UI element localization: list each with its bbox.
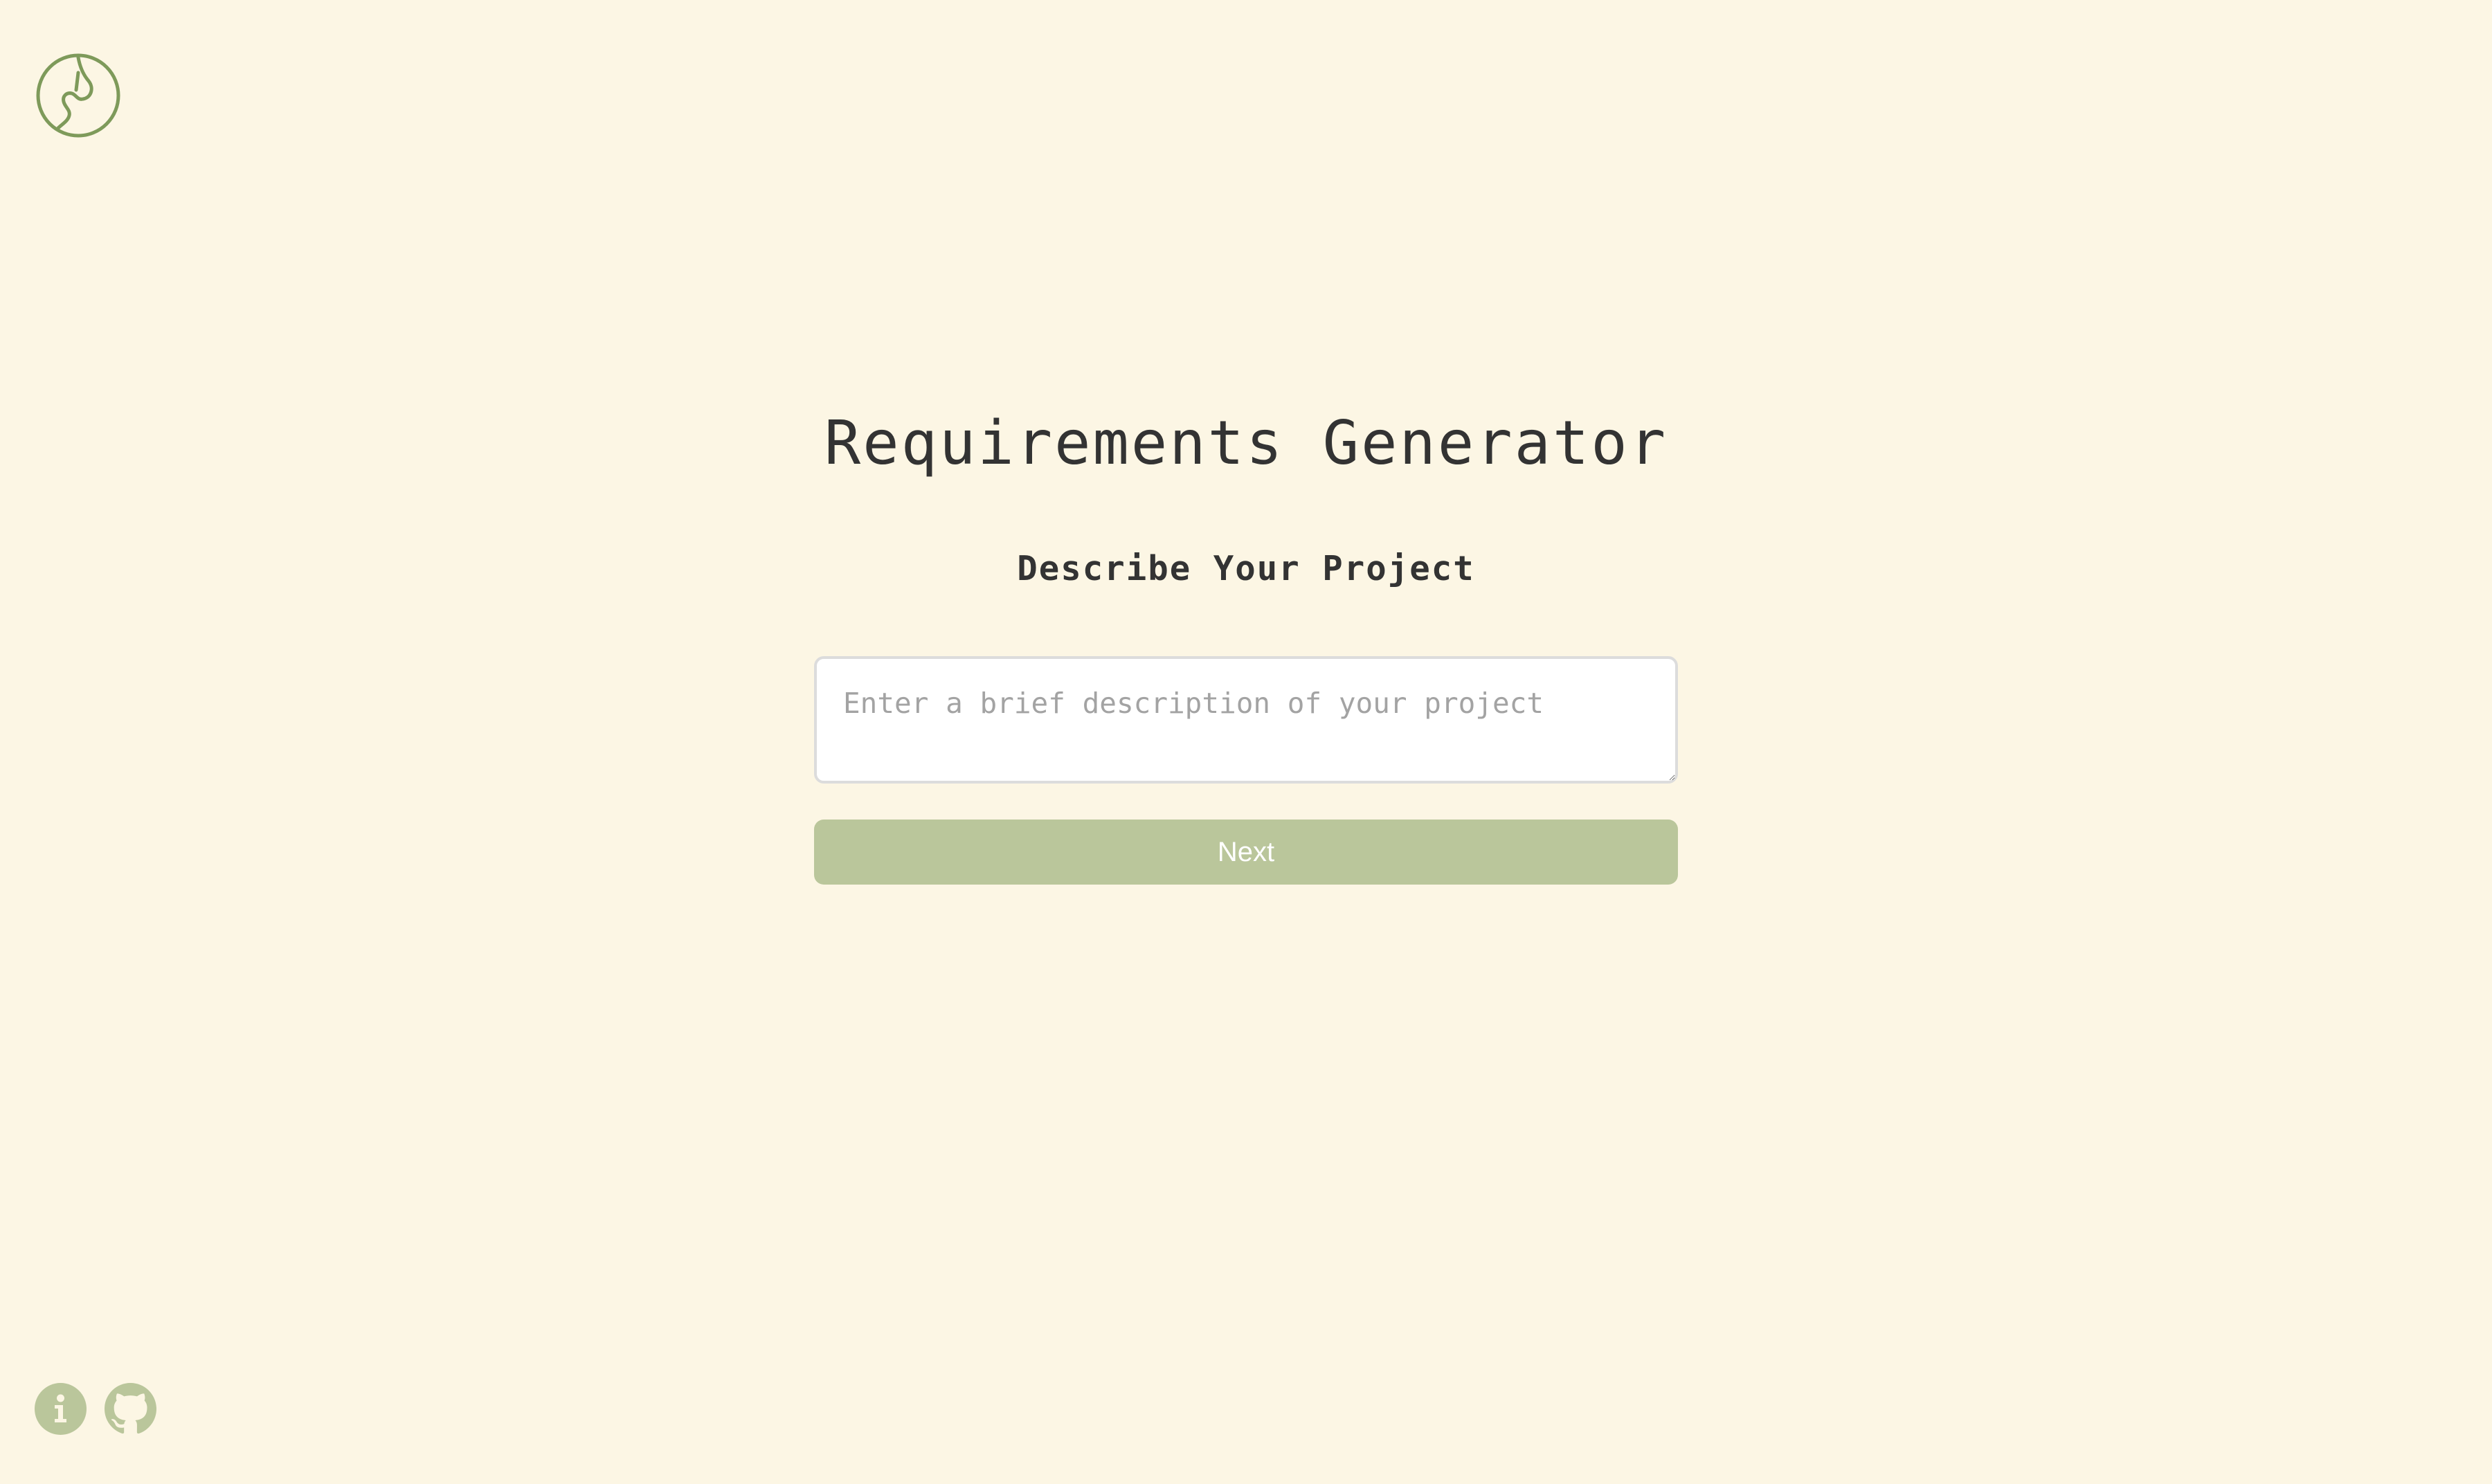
project-description-input[interactable] [814,656,1678,784]
github-icon [105,1383,156,1434]
section-subtitle: Describe Your Project [1017,549,1475,588]
page-title: Requirements Generator [824,408,1668,478]
info-icon [35,1383,87,1435]
github-link[interactable] [105,1383,156,1435]
leaf-swirl-logo-icon [36,53,120,138]
info-button[interactable] [35,1383,87,1435]
app-logo-icon[interactable] [35,52,122,139]
next-button[interactable]: Next [814,820,1678,885]
